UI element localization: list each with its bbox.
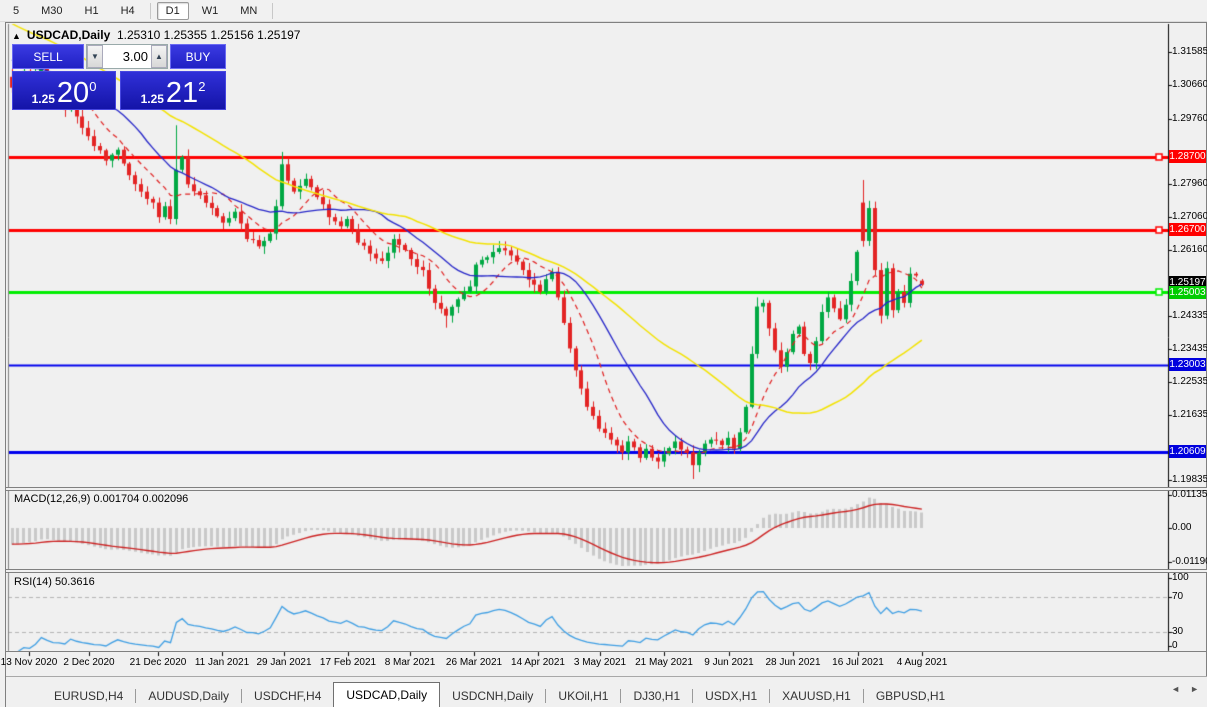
- time-axis-label: 16 Jul 2021: [832, 657, 884, 668]
- tab-gbpusd[interactable]: GBPUSD,H1: [864, 685, 957, 707]
- price-badge-1.20609: 1.20609: [1169, 445, 1206, 458]
- macd-axis-label: 0.00: [1172, 522, 1192, 533]
- price-badge-1.28700: 1.28700: [1169, 150, 1206, 163]
- time-axis-label: 13 Nov 2020: [0, 657, 58, 668]
- time-axis-label: 29 Jan 2021: [256, 657, 312, 668]
- price-axis-label: 1.22535: [1172, 376, 1207, 387]
- timeframe-toolbar: 5 M30 H1 H4 D1 W1 MN: [0, 0, 1207, 22]
- price-axis-label: 1.19835: [1172, 474, 1207, 485]
- volume-increase-button[interactable]: ▲: [151, 45, 167, 68]
- time-axis-label: 11 Jan 2021: [194, 657, 250, 668]
- time-axis-label: 26 Mar 2021: [445, 657, 503, 668]
- timeframe-button-m30[interactable]: M30: [32, 2, 71, 20]
- buy-price-box[interactable]: 1.25 21 2: [120, 71, 226, 110]
- rsi-value: 50.3616: [54, 576, 95, 588]
- tab-xauusd[interactable]: XAUUSD,H1: [770, 685, 863, 707]
- timeframe-button-h4[interactable]: H4: [112, 2, 144, 20]
- tab-audusd[interactable]: AUDUSD,Daily: [136, 685, 241, 707]
- time-axis-label: 9 Jun 2021: [704, 657, 754, 668]
- price-axis-label: 1.31585: [1172, 46, 1207, 57]
- sell-button[interactable]: SELL: [12, 44, 84, 69]
- buy-price-sup: 2: [198, 79, 206, 94]
- sell-price-big: 20: [56, 77, 90, 109]
- macd-name: MACD(12,26,9): [14, 493, 91, 505]
- rsi-axis-label: 70: [1172, 591, 1184, 602]
- buy-button[interactable]: BUY: [170, 44, 226, 69]
- chart-symbol-label: USDCAD,Daily: [26, 28, 111, 42]
- macd-label: MACD(12,26,9) 0.001704 0.002096: [14, 493, 188, 505]
- volume-input[interactable]: [103, 45, 151, 68]
- time-axis-label: 21 Dec 2020: [129, 657, 187, 668]
- collapse-arrow-icon[interactable]: ▲: [12, 31, 21, 41]
- macd-axis-label: -0.01190: [1172, 556, 1207, 567]
- rsi-axis-label: 0: [1172, 640, 1178, 651]
- chart-ohlc-values: 1.25310 1.25355 1.25156 1.25197: [116, 28, 301, 42]
- rsi-axis-label: 100: [1172, 572, 1189, 583]
- symbol-tab-bar: EURUSD,H4 AUDUSD,Daily USDCHF,H4 USDCAD,Dai…: [6, 676, 1207, 707]
- sell-price-sup: 0: [89, 79, 97, 94]
- time-axis-label: 2 Dec 2020: [63, 657, 115, 668]
- sell-price-small: 1.25: [31, 92, 55, 106]
- tab-usdx[interactable]: USDX,H1: [693, 685, 769, 707]
- price-badge-1.25003: 1.25003: [1169, 286, 1206, 299]
- time-axis-label: 14 Apr 2021: [511, 657, 565, 668]
- time-axis-label: 17 Feb 2021: [319, 657, 377, 668]
- tab-eurusd[interactable]: EURUSD,H4: [42, 685, 135, 707]
- timeframe-button-d1[interactable]: D1: [156, 1, 189, 20]
- rsi-axis-label: 30: [1172, 626, 1184, 637]
- timeframe-button-h1[interactable]: H1: [76, 2, 108, 20]
- one-click-trade-panel: SELL ▼ ▲ BUY 1.25 20 0 1.25 21 2: [12, 44, 226, 110]
- time-axis-label: 4 Aug 2021: [896, 657, 948, 668]
- macd-axis-label: 0.01135: [1172, 489, 1207, 500]
- timeframe-button-5[interactable]: 5: [4, 2, 28, 20]
- rsi-label: RSI(14) 50.3616: [14, 576, 95, 588]
- tab-ukoil[interactable]: UKOil,H1: [546, 685, 620, 707]
- tab-scroll-left-icon[interactable]: ◄: [1171, 684, 1180, 694]
- time-axis-border: [6, 651, 1207, 652]
- sell-price-box[interactable]: 1.25 20 0: [12, 71, 116, 110]
- price-axis-label: 1.29760: [1172, 113, 1207, 124]
- price-axis-label: 1.26160: [1172, 244, 1207, 255]
- macd-values: 0.001704 0.002096: [93, 493, 189, 505]
- price-axis-label: 1.30660: [1172, 79, 1207, 90]
- tab-usdcad[interactable]: USDCAD,Daily: [333, 682, 441, 707]
- tab-scroll-buttons: ◄ ►: [1171, 684, 1199, 694]
- timeframe-button-w1[interactable]: W1: [193, 2, 228, 20]
- price-badge-1.23003: 1.23003: [1169, 358, 1206, 371]
- time-axis-label: 28 Jun 2021: [765, 657, 821, 668]
- price-axis-label: 1.23435: [1172, 343, 1207, 354]
- tab-usdcnh[interactable]: USDCNH,Daily: [440, 685, 545, 707]
- price-axis-label: 1.24335: [1172, 310, 1207, 321]
- tab-scroll-right-icon[interactable]: ►: [1190, 684, 1199, 694]
- chart-title: ▲ USDCAD,Daily 1.25310 1.25355 1.25156 1.…: [12, 28, 300, 42]
- toolbar-separator: [149, 2, 151, 19]
- time-axis-label: 21 May 2021: [635, 657, 693, 668]
- buy-price-big: 21: [165, 77, 199, 109]
- pane-divider-macd[interactable]: [6, 487, 1207, 491]
- tab-dj30[interactable]: DJ30,H1: [621, 685, 692, 707]
- pane-divider-rsi[interactable]: [6, 569, 1207, 573]
- price-axis-label: 1.27960: [1172, 178, 1207, 189]
- buy-price-small: 1.25: [140, 92, 164, 106]
- volume-decrease-button[interactable]: ▼: [87, 45, 103, 68]
- timeframe-button-mn[interactable]: MN: [231, 2, 266, 20]
- tab-usdchf[interactable]: USDCHF,H4: [242, 685, 333, 707]
- price-axis-label: 1.21635: [1172, 409, 1207, 420]
- price-badge-1.26700: 1.26700: [1169, 223, 1206, 236]
- toolbar-separator: [272, 2, 274, 19]
- time-axis-label: 3 May 2021: [573, 657, 627, 668]
- time-axis-label: 8 Mar 2021: [384, 657, 436, 668]
- volume-stepper: ▼ ▲: [86, 44, 168, 69]
- rsi-name: RSI(14): [14, 576, 52, 588]
- price-axis-label: 1.27060: [1172, 211, 1207, 222]
